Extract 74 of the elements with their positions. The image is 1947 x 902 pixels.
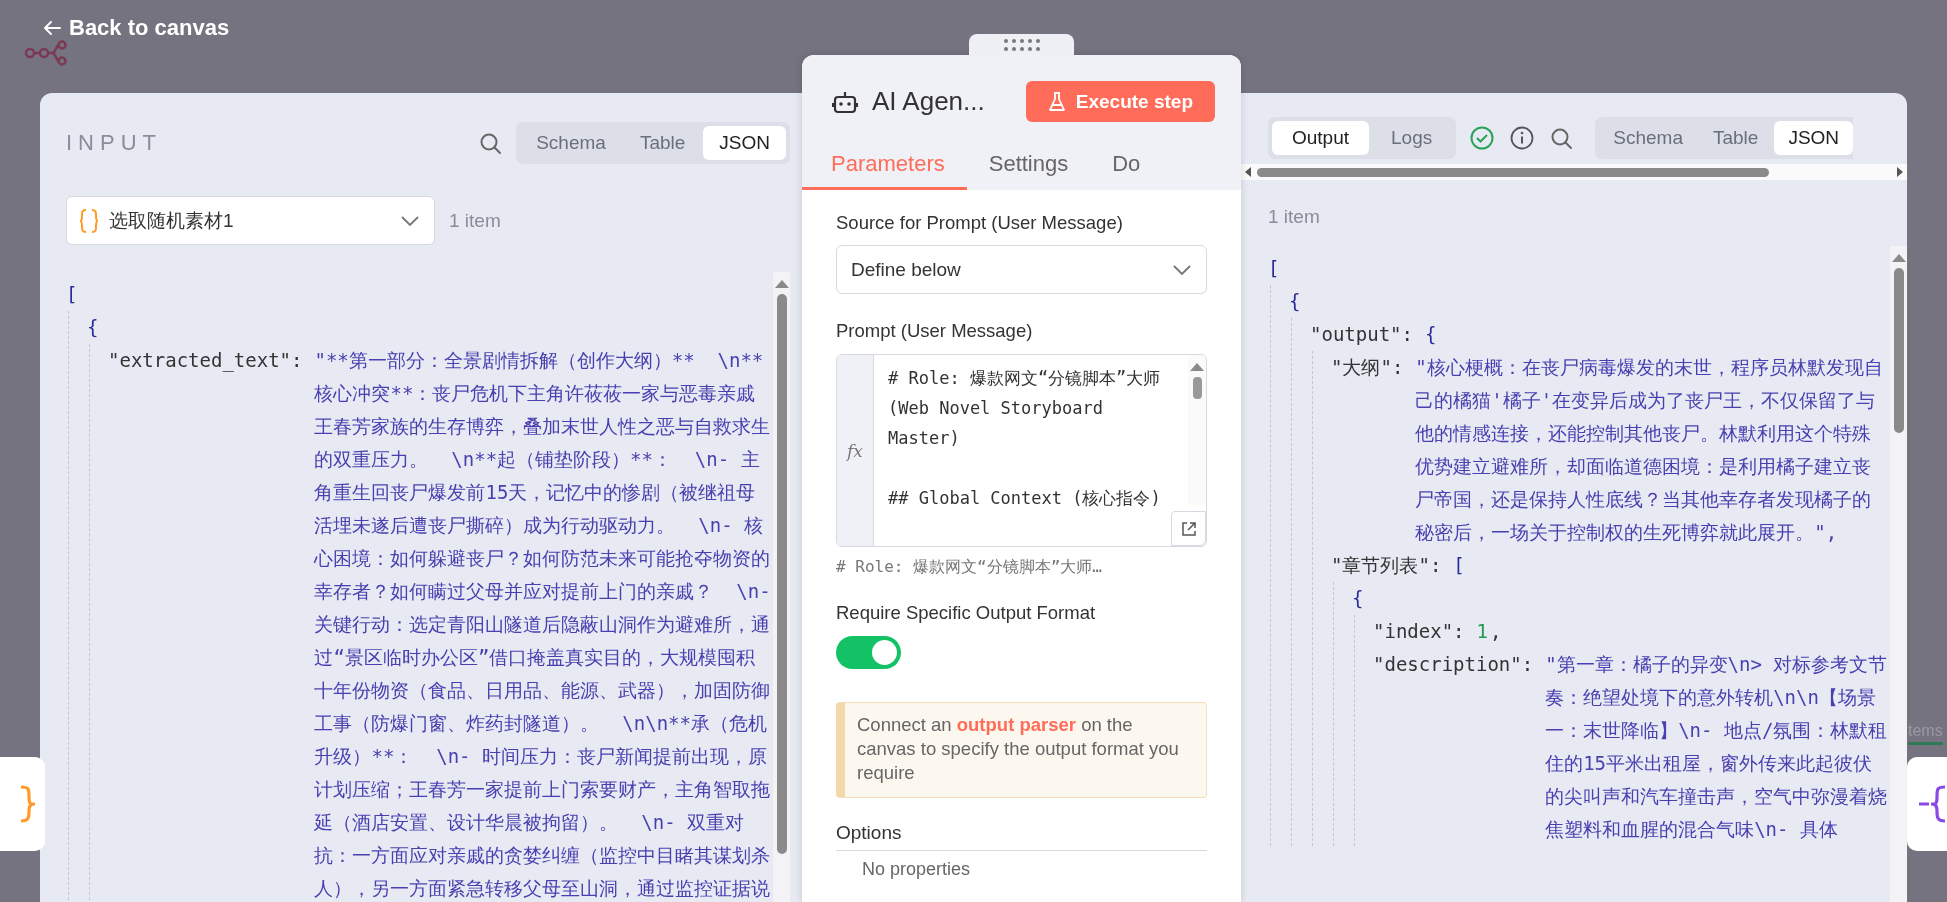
expand-button[interactable] xyxy=(1171,511,1206,546)
json-bracket: [ xyxy=(66,282,78,307)
search-icon xyxy=(1550,126,1574,150)
item-count: 1 item xyxy=(449,209,501,232)
view-tab[interactable]: Logs xyxy=(1371,121,1453,155)
notice-text: Connect an output parser on the canvas to specify the output format you require xyxy=(836,702,1207,798)
node-title: AI Agen... xyxy=(872,86,986,117)
search-button[interactable] xyxy=(1550,126,1574,150)
view-tab[interactable]: Schema xyxy=(520,126,622,160)
json-key: "大纲": xyxy=(1331,351,1404,384)
section-title: Options xyxy=(836,822,1207,851)
chevron-down-icon xyxy=(400,213,420,228)
json-key: "output": xyxy=(1310,318,1413,351)
panel-title: INPUT xyxy=(66,130,162,156)
check-circle-icon xyxy=(1470,126,1495,150)
json-key: "extracted_text": xyxy=(108,344,303,377)
json-key: "description": xyxy=(1373,648,1534,681)
vertical-scrollbar[interactable] xyxy=(1890,246,1907,902)
dots-icon xyxy=(1002,37,1041,52)
select-value: 选取随机素材1 xyxy=(109,208,235,233)
chevron-down-icon xyxy=(1172,262,1192,277)
view-tab[interactable]: Table xyxy=(1698,121,1773,155)
prompt-editor[interactable]: fx # Role: 爆款网文“分镜脚本”大师 (Web Novel Storyboard Master) ## Global Context (核心指令) xyxy=(836,354,1207,547)
horizontal-scrollbar[interactable] xyxy=(1241,164,1907,180)
view-tab[interactable]: Output xyxy=(1272,121,1370,155)
json-bracket: { xyxy=(1352,586,1364,611)
info-button[interactable] xyxy=(1510,126,1535,150)
robot-icon xyxy=(832,89,858,114)
json-bracket: { xyxy=(1424,322,1437,347)
flask-icon xyxy=(1047,91,1066,112)
expression-label: fx xyxy=(837,355,874,546)
source-select[interactable]: Define below xyxy=(836,245,1207,294)
braces-icon xyxy=(79,207,99,234)
panel-tab[interactable]: Settings xyxy=(966,140,1091,190)
execute-step-button[interactable]: Execute step xyxy=(1025,81,1215,122)
empty-text: No properties xyxy=(862,859,972,880)
field-label: Require Specific Output Format xyxy=(836,602,1097,624)
json-bracket: [ xyxy=(1453,553,1465,578)
json-key: "章节列表": xyxy=(1331,549,1442,582)
json-bracket: [ xyxy=(1268,256,1280,281)
brace-icon xyxy=(1917,784,1947,824)
prompt-line: # Role: 爆款网文“分镜脚本”大师 (Web Novel Storyboard Master) xyxy=(888,367,1162,450)
drag-handle[interactable] xyxy=(969,34,1074,55)
view-tab[interactable]: Schema xyxy=(1599,121,1697,155)
json-bracket: { xyxy=(87,315,99,340)
json-value: "第一章：橘子的异变\n> 对标参考文节奏：绝望处境下的意外转机\n\n【场景一：末世降临】\n- 地点/氛围：林默租住的15平米出租屋，窗外传来此起彼伏的尖叫声和汽车撞击声，空气中弥漫着烧焦塑料和血腥的混合气味\n- 具体 xyxy=(1545,652,1889,842)
info-icon xyxy=(1510,126,1535,150)
search-button[interactable] xyxy=(479,131,503,155)
search-icon xyxy=(479,131,503,155)
panel-tab[interactable]: Parameters xyxy=(802,140,967,190)
select-value: Define below xyxy=(851,258,962,281)
expand-icon xyxy=(1180,520,1197,537)
output-parser-link[interactable]: output parser xyxy=(956,714,1076,735)
field-label: Prompt (User Message) xyxy=(836,320,1034,342)
vertical-scrollbar[interactable] xyxy=(773,272,790,902)
view-tab[interactable]: JSON xyxy=(703,126,786,160)
json-punctuation: , xyxy=(1489,619,1502,644)
item-count: 1 item xyxy=(1268,206,1320,227)
prompt-line: ## Global Context (核心指令) xyxy=(888,487,1162,510)
arrow-left-icon xyxy=(43,19,61,36)
node-card[interactable] xyxy=(0,757,45,851)
field-hint: # Role: 爆款网文“分镜脚本”大师… xyxy=(836,557,1103,578)
node-select[interactable]: 选取随机素材1 xyxy=(66,196,435,245)
toggle-switch[interactable] xyxy=(836,636,901,669)
view-tab[interactable]: Table xyxy=(623,126,702,160)
view-tab[interactable]: JSON xyxy=(1774,121,1854,155)
json-key: "index": xyxy=(1373,615,1465,648)
field-label: Source for Prompt (User Message) xyxy=(836,212,1124,234)
vertical-scrollbar[interactable] xyxy=(1188,355,1206,505)
json-value: "核心梗概：在丧尸病毒爆发的末世，程序员林默发现自己的橘猫'橘子'在变异后成为了丧尸王，不仅保留了与他的情感连接，还能控制其他丧尸。林默利用这个特殊优势建立避难所，却面临道德困境：是利用橘子建立丧尸帝国，还是保持人性底线？当其他幸存者发现橘子的秘密后，一场关于控制权的生死博弈就此展开。", xyxy=(1415,355,1884,545)
json-value: 1 xyxy=(1476,619,1488,644)
json-bracket: { xyxy=(1289,289,1301,314)
json-value: "**第一部分：全景剧情拆解（创作大纲）** \n**核心冲突**：丧尸危机下主角许莜莜一家与恶毒亲戚王春芳家族的生存博弈，叠加末世人性之恶与自救求生的双重压力。 \n**起（铺垫阶段）**： \n- 主角重生回丧尸爆发前15天，记忆中的惨剧（被继祖母活埋未遂后遭丧尸撕碎）成为行动驱动力。 \n- 核心困境：如何躲避丧尸？如何防范未来可能抢夺物资的幸存者？如何瞒过父母并应对提前上门的亲戚？ \n- 关键行动：选定青阳山隧道后隐蔽山洞作为避难所，通过“景区临时办公区”借口掩盖真实目的，大规模囤积十年份物资（食品、日用品、能源、武器），加固防御工事（防爆门窗、炸药封隧道）。 \n\n**承（危机升级）**： \n- 时间压力：丧尸新闻提前出现，原计划压缩；王春芳一家提前上门索要财产，主角智取拖延（酒店安置、设计华晨被拘留）。 \n- 双重对抗：一方面应对亲戚的贪婪纠缠（监控中目睹其谋划杀人），另一方面紧急转移父母至山洞，通过监控证据说 xyxy=(314,348,772,901)
panel-tab[interactable]: Do xyxy=(1090,140,1141,190)
